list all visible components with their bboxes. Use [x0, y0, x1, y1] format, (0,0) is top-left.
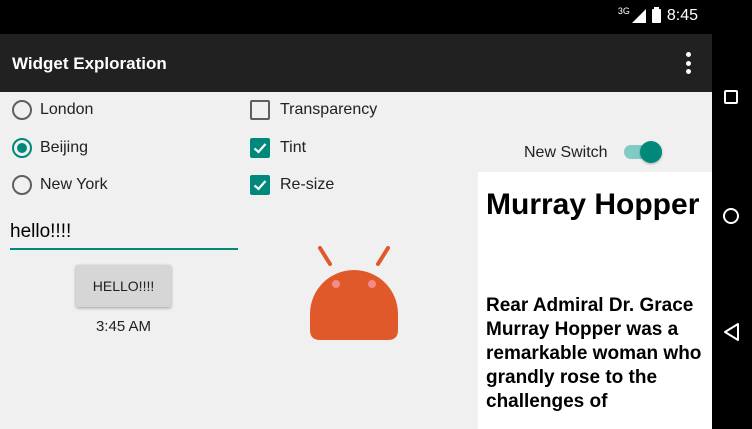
checkbox-checked-icon: [250, 175, 270, 195]
radio-london[interactable]: London: [12, 100, 93, 120]
text-panel: Murray Hopper Rear Admiral Dr. Grace Mur…: [478, 172, 712, 429]
home-icon[interactable]: [723, 208, 739, 224]
status-time: 8:45: [666, 7, 698, 24]
radio-label: New York: [40, 176, 108, 193]
checkbox-label: Re-size: [280, 176, 335, 193]
app-title: Widget Exploration: [12, 54, 167, 73]
switch-label: New Switch: [524, 144, 608, 161]
back-icon[interactable]: [722, 322, 742, 342]
navigation-bar: [712, 0, 752, 429]
checkbox-transparency[interactable]: Transparency: [250, 100, 377, 120]
checkbox-checked-icon: [250, 138, 270, 158]
checkbox-tint[interactable]: Tint: [250, 138, 306, 158]
checkbox-resize[interactable]: Re-size: [250, 175, 334, 195]
radio-button-icon: [12, 100, 32, 120]
app-bar: Widget Exploration: [0, 34, 712, 92]
radio-label: Beijing: [40, 139, 89, 156]
new-switch-toggle[interactable]: [622, 141, 662, 163]
android-robot-icon: [310, 246, 398, 340]
text-input[interactable]: [10, 216, 238, 250]
switch-thumb: [640, 141, 662, 163]
signal-icon: [631, 9, 646, 23]
radio-beijing[interactable]: Beijing: [12, 138, 88, 158]
checkbox-label: Transparency: [280, 101, 378, 118]
radio-button-icon: [12, 175, 32, 195]
panel-body: Rear Admiral Dr. Grace Murray Hopper was…: [486, 295, 702, 412]
battery-icon: [651, 7, 661, 23]
checkbox-label: Tint: [280, 139, 307, 156]
checkbox-icon: [250, 100, 270, 120]
radio-label: London: [40, 101, 94, 118]
time-label: 3:45 AM: [95, 318, 152, 335]
network-type: 3G: [617, 6, 630, 16]
panel-title: Murray Hopper: [486, 188, 700, 221]
status-icons: 3G 8:45: [617, 6, 698, 25]
hello-button[interactable]: HELLO!!!!: [76, 265, 171, 307]
recents-icon[interactable]: [724, 90, 738, 104]
status-bar: 3G 8:45: [0, 0, 712, 34]
app-screen: 3G 8:45 Widget Exploration London Beijin…: [0, 0, 712, 429]
radio-button-checked-icon: [12, 138, 32, 158]
overflow-menu-icon[interactable]: [686, 52, 692, 74]
radio-new-york[interactable]: New York: [12, 175, 108, 195]
